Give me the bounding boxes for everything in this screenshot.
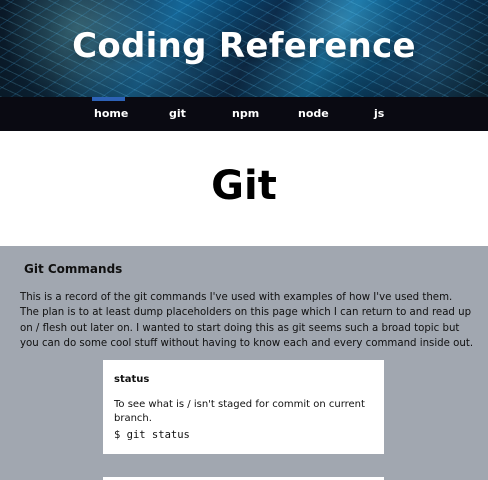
active-nav-indicator xyxy=(92,97,125,101)
section-intro: This is a record of the git commands I'v… xyxy=(20,292,474,349)
nav-node-link[interactable]: node xyxy=(298,108,329,119)
page-header: Git xyxy=(0,131,488,246)
nav-js-link[interactable]: js xyxy=(374,108,384,119)
site-title: Coding Reference xyxy=(72,26,416,66)
page-title: Git xyxy=(211,163,277,209)
git-commands-section: Git Commands This is a record of the git… xyxy=(0,246,488,480)
main-navigation: home git npm node js xyxy=(0,97,488,131)
nav-git-link[interactable]: git xyxy=(169,108,186,119)
command-card-title: status xyxy=(114,374,150,385)
hero-banner: Coding Reference xyxy=(0,0,488,97)
command-card-description: To see what is / isn't staged for commit… xyxy=(114,399,365,424)
nav-home-link[interactable]: home xyxy=(94,108,128,119)
command-card-status: status To see what is / isn't staged for… xyxy=(103,360,384,454)
command-card-code: $ git status xyxy=(114,429,190,441)
section-title: Git Commands xyxy=(24,262,123,276)
navigation-links: home git npm node js xyxy=(0,97,488,131)
nav-npm-link[interactable]: npm xyxy=(232,108,259,119)
